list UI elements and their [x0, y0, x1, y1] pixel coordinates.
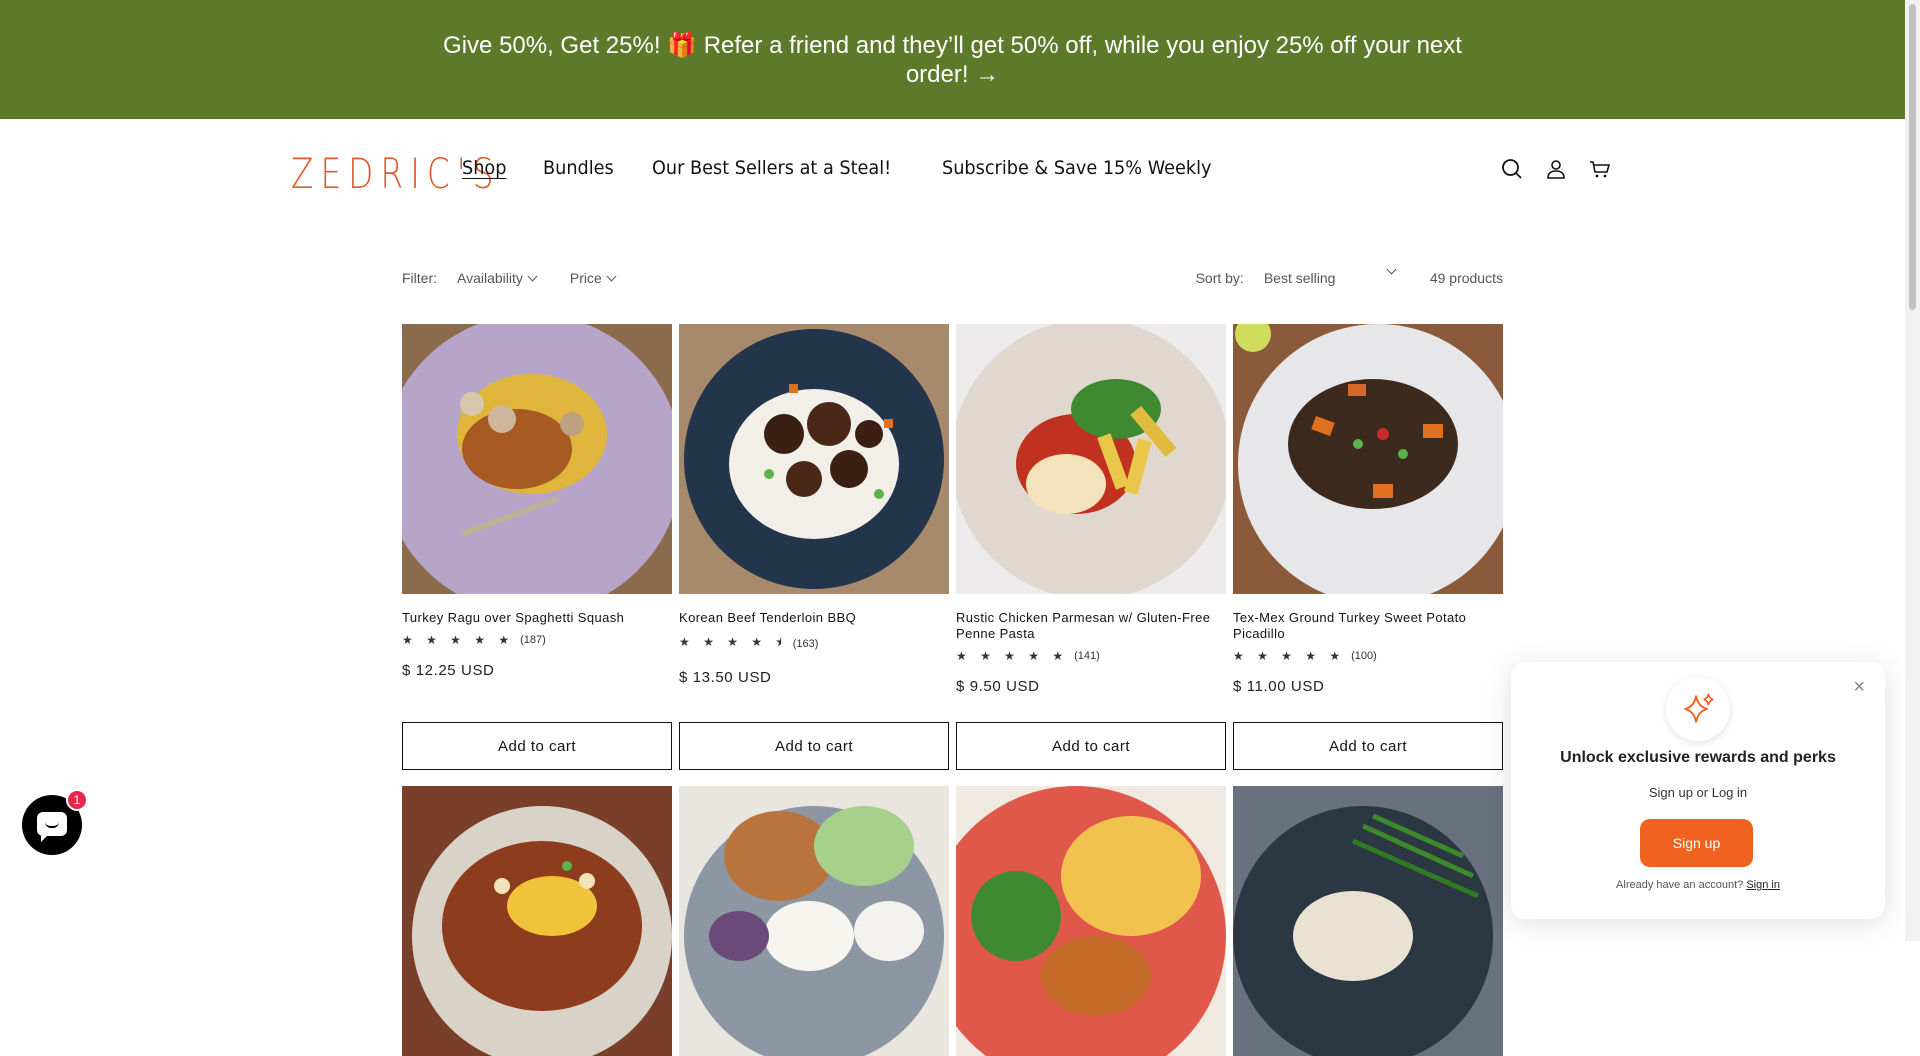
announcement-bar[interactable]: Give 50%, Get 25%! 🎁 Refer a friend and …	[0, 0, 1905, 119]
review-count: (141)	[1074, 650, 1100, 662]
product-count: 49 products	[1429, 270, 1503, 286]
scrollbar[interactable]	[1905, 0, 1920, 941]
product-rating[interactable]: ★ ★ ★ ★ ★ (100)	[1233, 649, 1503, 663]
product-card: Rustic Chicken Parmesan w/ Gluten-Free P…	[956, 324, 1226, 770]
rewards-popup: × Unlock exclusive rewards and perks Sig…	[1511, 662, 1885, 919]
chevron-down-icon	[606, 271, 617, 281]
search-icon[interactable]	[1500, 157, 1524, 181]
add-to-cart-button[interactable]: Add to cart	[402, 722, 672, 770]
sign-up-button[interactable]: Sign up	[1640, 819, 1753, 867]
product-card	[1233, 786, 1503, 1056]
nav-item-best-sellers[interactable]: Our Best Sellers at a Steal!	[652, 157, 891, 179]
product-image[interactable]	[679, 324, 949, 594]
product-price: $ 12.25 USD	[402, 662, 495, 679]
popup-subtext: Sign up or Log in	[1648, 785, 1748, 800]
product-title[interactable]: Turkey Ragu over Spaghetti Squash	[402, 610, 672, 626]
product-card: Tex-Mex Ground Turkey Sweet Potato Picad…	[1233, 324, 1503, 770]
add-to-cart-button[interactable]: Add to cart	[956, 722, 1226, 770]
popup-heading: Unlock exclusive rewards and perks	[1560, 749, 1836, 766]
product-card: Korean Beef Tenderloin BBQ ★ ★ ★ ★ ⯨ (163…	[679, 324, 949, 770]
product-rating[interactable]: ★ ★ ★ ★ ⯨ (163)	[679, 633, 949, 654]
product-image[interactable]	[402, 324, 672, 594]
announcement-text[interactable]: Give 50%, Get 25%! 🎁 Refer a friend and …	[418, 31, 1488, 89]
product-image[interactable]	[1233, 324, 1503, 594]
product-rating[interactable]: ★ ★ ★ ★ ★ (187)	[402, 633, 672, 647]
product-price: $ 9.50 USD	[956, 678, 1040, 695]
popup-footer-text: Already have an account?	[1616, 879, 1744, 891]
header-icons	[1500, 157, 1612, 181]
review-count: (100)	[1351, 650, 1377, 662]
product-card	[956, 786, 1226, 1056]
price-label: Price	[569, 270, 602, 286]
chat-badge: 1	[66, 789, 88, 811]
filter-bar: Filter: Availability Price Sort by: Best…	[402, 264, 1503, 288]
product-title[interactable]: Korean Beef Tenderloin BBQ	[679, 610, 949, 626]
chevron-down-icon	[1386, 264, 1397, 275]
product-price: $ 11.00 USD	[1233, 678, 1325, 695]
availability-filter[interactable]: Availability	[457, 270, 538, 286]
star-rating-icon: ★ ★ ★ ★ ★	[956, 649, 1069, 663]
scrollbar-thumb[interactable]	[1909, 4, 1916, 310]
product-rating[interactable]: ★ ★ ★ ★ ★ (141)	[956, 649, 1226, 663]
add-to-cart-button[interactable]: Add to cart	[679, 722, 949, 770]
availability-label: Availability	[457, 270, 523, 286]
product-image[interactable]	[679, 786, 949, 1056]
chat-icon	[37, 812, 67, 842]
chevron-down-icon	[527, 271, 538, 281]
product-title[interactable]: Tex-Mex Ground Turkey Sweet Potato Picad…	[1233, 610, 1503, 642]
nav-item-shop[interactable]: Shop	[462, 157, 506, 179]
main-nav: Shop Bundles Our Best Sellers at a Steal…	[462, 157, 1232, 179]
product-card: Turkey Ragu over Spaghetti Squash ★ ★ ★ …	[402, 324, 672, 770]
site-header: ZEDRIC'S Shop Bundles Our Best Sellers a…	[0, 119, 1905, 219]
product-image[interactable]	[402, 786, 672, 1056]
account-icon[interactable]	[1544, 157, 1568, 181]
product-image[interactable]	[956, 324, 1226, 594]
product-image[interactable]	[1233, 786, 1503, 1056]
star-rating-icon: ★ ★ ★ ★ ★	[1233, 649, 1346, 663]
chat-button[interactable]: 1	[22, 789, 88, 855]
product-price: $ 13.50 USD	[679, 669, 772, 686]
product-image[interactable]	[956, 786, 1226, 1056]
sort-value: Best selling	[1263, 270, 1336, 286]
review-count: (187)	[520, 634, 546, 646]
star-rating-icon: ★ ★ ★ ★ ★	[402, 633, 515, 647]
review-count: (163)	[792, 637, 819, 650]
product-card	[679, 786, 949, 1056]
nav-item-bundles[interactable]: Bundles	[543, 157, 614, 179]
sign-in-link[interactable]: Sign in	[1746, 879, 1780, 891]
price-filter[interactable]: Price	[569, 270, 617, 286]
popup-footer: Already have an account? Sign in	[1511, 879, 1885, 891]
sort-area: Sort by: Best selling 49 products	[1195, 264, 1503, 286]
product-title[interactable]: Rustic Chicken Parmesan w/ Gluten-Free P…	[956, 610, 1226, 642]
cart-icon[interactable]	[1588, 157, 1612, 181]
sort-label: Sort by:	[1195, 270, 1244, 286]
close-icon[interactable]: ×	[1853, 676, 1865, 699]
sparkle-icon	[1666, 677, 1730, 741]
sort-select[interactable]: Best selling	[1263, 264, 1397, 286]
add-to-cart-button[interactable]: Add to cart	[1233, 722, 1503, 770]
nav-item-subscribe-save[interactable]: Subscribe & Save 15% Weekly	[942, 157, 1211, 179]
star-rating-icon: ★ ★ ★ ★ ⯨	[679, 635, 787, 649]
filter-label: Filter:	[402, 270, 437, 286]
product-card	[402, 786, 672, 1056]
